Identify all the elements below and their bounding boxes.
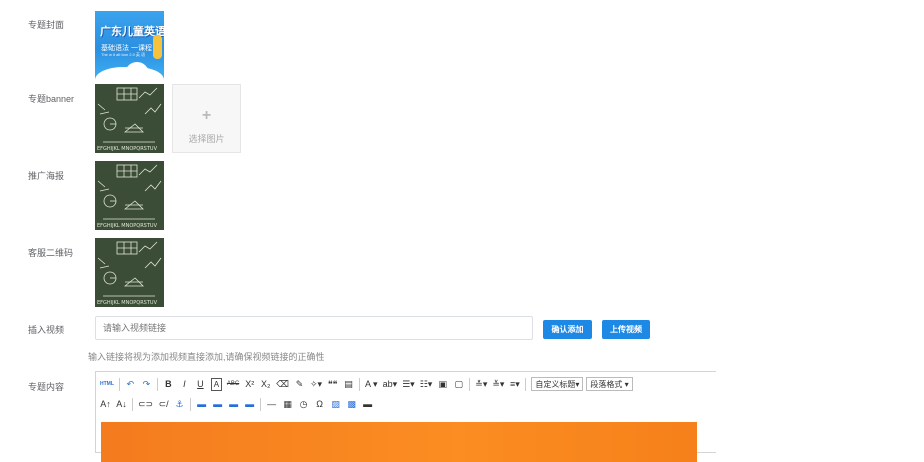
html-source-icon[interactable]: HTML [100,377,114,391]
font-size-decrease-icon[interactable]: A↓ [116,397,127,411]
custom-title-select[interactable]: 自定义标题▾ [531,377,584,391]
highlight-icon[interactable]: ab▾ [383,377,398,391]
auto-format-icon[interactable]: ✧▾ [310,377,322,391]
cover-image[interactable]: 广东儿童英语 基础语法 一课程 The w it alt bon 2.0 英 语 [95,11,164,80]
label-banner: 专题banner [28,94,75,104]
insert-media-icon[interactable]: ▬ [362,397,373,411]
cover-cloud-base [95,67,164,80]
superscript-icon[interactable]: X² [244,377,255,391]
cover-image-small-text: The w it alt bon 2.0 英 语 [101,52,146,57]
cover-figure [153,35,162,59]
chalkboard-drawing: EFGHIJKL MNOPQRSTUV [97,87,162,152]
unlink-icon[interactable]: ⊂/ [158,397,169,411]
poster-image[interactable]: EFGHIJKL MNOPQRSTUV [95,161,164,230]
toolbar-separator [359,377,361,391]
editor-content-area[interactable] [101,422,697,462]
upload-video-button[interactable]: 上传视频 [602,320,650,339]
label-poster: 推广海报 [28,171,65,181]
insert-image-icon[interactable]: ▨ [330,397,341,411]
banner-image[interactable]: EFGHIJKL MNOPQRSTUV [95,84,164,153]
line-height-icon[interactable]: ≡▾ [509,377,520,391]
link-icon[interactable]: ⊂⊃ [138,397,153,411]
toolbar-separator [260,397,262,411]
label-video: 插入视频 [28,325,65,335]
subscript-icon[interactable]: X₂ [260,377,271,391]
insert-video-icon[interactable]: ▩ [346,397,357,411]
font-color-icon[interactable]: A ▾ [365,377,378,391]
font-size-increase-icon[interactable]: A↑ [100,397,111,411]
label-content: 专题内容 [28,382,65,392]
select-image-label: 选择图片 [188,134,225,144]
label-qrcode: 客服二维码 [28,248,74,258]
chalkboard-drawing: EFGHIJKL MNOPQRSTUV [97,241,162,306]
format-brush-icon[interactable]: ✎ [294,377,305,391]
image-none-icon[interactable]: ▬ [196,397,207,411]
undo-icon[interactable]: ↶ [125,377,136,391]
strikethrough-icon[interactable]: ABC [227,377,239,391]
toolbar-row-2: A↑ A↓ ⊂⊃ ⊂/ ⚓ ▬ ▬ ▬ ▬ — ▦ ◷ Ω ▨ ▩ ▬ [100,395,378,413]
image-left-icon[interactable]: ▬ [212,397,223,411]
image-right-icon[interactable]: ▬ [228,397,239,411]
rich-text-editor[interactable]: HTML ↶ ↷ B I U A ABC X² X₂ ⌫ ✎ ✧▾ ❝❝ ▤ A ▾ ab▾ ☰▾ ☷▾ ▣ ▢ ≛▾ ≚▾… [95,371,716,462]
row-spacing-bottom-icon[interactable]: ≚▾ [492,377,504,391]
toolbar-separator [156,377,158,391]
confirm-add-button[interactable]: 确认添加 [543,320,592,339]
paste-plain-icon[interactable]: ▤ [343,377,354,391]
svg-text:EFGHIJKL MNOPQRSTUV: EFGHIJKL MNOPQRSTUV [97,146,158,152]
video-link-input[interactable] [95,316,533,340]
row-spacing-top-icon[interactable]: ≛▾ [475,377,487,391]
bold-icon[interactable]: B [163,377,174,391]
paragraph-format-select[interactable]: 段落格式 ▾ [586,377,633,391]
clear-doc-icon[interactable]: ▢ [453,377,464,391]
svg-text:EFGHIJKL MNOPQRSTUV: EFGHIJKL MNOPQRSTUV [97,223,158,229]
chalkboard-drawing: EFGHIJKL MNOPQRSTUV [97,164,162,229]
italic-icon[interactable]: I [179,377,190,391]
select-all-icon[interactable]: ▣ [437,377,448,391]
horizontal-line-icon[interactable]: — [266,397,277,411]
editor-toolbar: HTML ↶ ↷ B I U A ABC X² X₂ ⌫ ✎ ✧▾ ❝❝ ▤ A ▾ ab▾ ☰▾ ☷▾ ▣ ▢ ≛▾ ≚▾… [96,372,696,418]
toolbar-separator [118,377,120,391]
toolbar-separator [469,377,471,391]
time-icon[interactable]: ◷ [298,397,309,411]
video-hint: 输入链接将视为添加视频直接添加,请确保视频链接的正确性 [88,352,325,362]
redo-icon[interactable]: ↷ [141,377,152,391]
image-center-icon[interactable]: ▬ [244,397,255,411]
font-border-icon[interactable]: A [210,377,222,391]
date-icon[interactable]: ▦ [282,397,293,411]
label-cover: 专题封面 [28,20,65,30]
toolbar-separator [525,377,527,391]
toolbar-row-1: HTML ↶ ↷ B I U A ABC X² X₂ ⌫ ✎ ✧▾ ❝❝ ▤ A ▾ ab▾ ☰▾ ☷▾ ▣ ▢ ≛▾ ≚▾… [100,375,636,393]
blockquote-icon[interactable]: ❝❝ [327,377,338,391]
qrcode-image[interactable]: EFGHIJKL MNOPQRSTUV [95,238,164,307]
toolbar-separator [132,397,133,411]
eraser-icon[interactable]: ⌫ [276,377,289,391]
unordered-list-icon[interactable]: ☷▾ [420,377,433,391]
special-char-icon[interactable]: Ω [314,397,325,411]
anchor-icon[interactable]: ⚓ [174,397,185,411]
underline-icon[interactable]: U [195,377,206,391]
plus-icon: + [201,107,212,124]
ordered-list-icon[interactable]: ☰▾ [402,377,415,391]
toolbar-separator [190,397,192,411]
svg-text:EFGHIJKL MNOPQRSTUV: EFGHIJKL MNOPQRSTUV [97,300,158,306]
select-image-button[interactable]: + 选择图片 [172,84,241,153]
